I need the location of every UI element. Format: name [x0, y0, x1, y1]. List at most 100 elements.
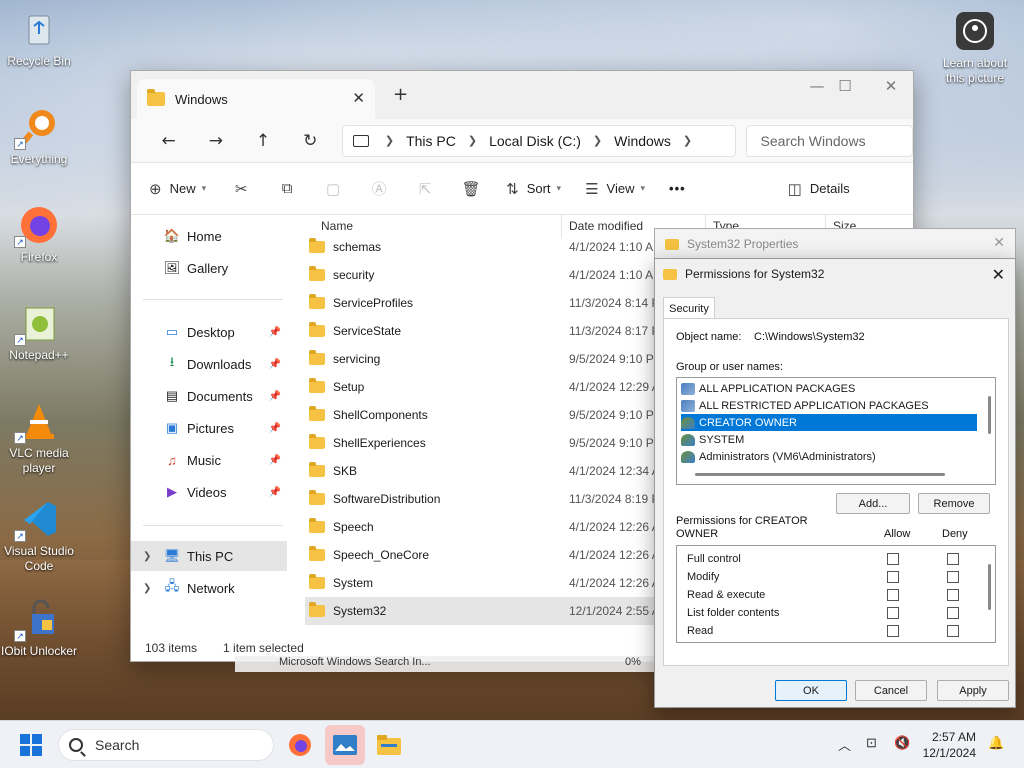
desktop-icon-notepad-plus-plus[interactable]: ↗ Notepad++ [0, 302, 78, 363]
desktop-icon-recycle-bin[interactable]: Recycle Bin [0, 8, 78, 69]
new-tab-icon[interactable]: + [393, 84, 408, 105]
plus-circle-icon: ⊕ [149, 180, 162, 198]
windows-start-icon[interactable] [20, 734, 42, 756]
sidebar-item-downloads[interactable]: ⭳ Downloads 📌 [131, 349, 287, 379]
vertical-scrollbar[interactable] [988, 564, 991, 610]
delete-icon[interactable]: 🗑 [460, 180, 482, 198]
system-clock[interactable]: 2:57 AM 12/1/2024 [923, 729, 976, 761]
notification-bell-icon[interactable]: 🔔 [988, 735, 1004, 751]
refresh-icon[interactable]: ↻ [287, 131, 334, 151]
search-input[interactable]: Search Windows [745, 124, 914, 157]
sidebar-item-this-pc[interactable]: ❯ 🖥 This PC [131, 541, 287, 571]
desktop-icon-vlc[interactable]: ↗ VLC media player [0, 400, 78, 476]
allow-checkbox[interactable] [887, 571, 899, 583]
deny-checkbox[interactable] [947, 571, 959, 583]
share-icon[interactable]: ⇱ [414, 180, 436, 198]
breadcrumb-local-disk[interactable]: Local Disk (C:) [489, 133, 581, 149]
pin-icon[interactable]: 📌 [269, 487, 281, 498]
taskbar-file-explorer[interactable] [369, 725, 409, 765]
allow-checkbox[interactable] [887, 589, 899, 601]
desktop-icon-iobit-unlocker[interactable]: ↗ IObit Unlocker [0, 598, 78, 659]
taskbar-firefox[interactable] [280, 725, 320, 765]
details-button[interactable]: ◫ Details [788, 180, 850, 198]
sidebar-item-pictures[interactable]: ▣ Pictures 📌 [131, 413, 287, 443]
paste-icon[interactable]: ▢ [322, 180, 344, 198]
rename-icon[interactable]: Ⓐ [368, 178, 390, 199]
chevron-right-icon[interactable]: ❯ [143, 583, 151, 594]
maximize-icon[interactable]: ☐ [825, 77, 865, 95]
object-name-value: C:\Windows\System32 [754, 331, 865, 343]
users-icon [681, 450, 695, 463]
sidebar-item-gallery[interactable]: 🖼 Gallery [131, 253, 287, 283]
list-item[interactable]: ALL RESTRICTED APPLICATION PACKAGES [681, 397, 977, 414]
back-arrow-icon[interactable]: ← [145, 131, 192, 151]
breadcrumb-windows[interactable]: Windows [614, 133, 671, 149]
cut-icon[interactable]: ✂ [230, 180, 252, 198]
sort-button[interactable]: ⇅ Sort ▾ [506, 180, 561, 198]
desktop-icon-everything[interactable]: ↗ Everything [0, 106, 78, 167]
deny-checkbox[interactable] [947, 607, 959, 619]
taskbar-search[interactable]: Search [58, 729, 274, 761]
chevron-up-icon[interactable]: ︿ [838, 735, 851, 754]
pin-icon[interactable]: 📌 [269, 327, 281, 338]
pin-icon[interactable]: 📌 [269, 359, 281, 370]
view-button[interactable]: ☰ View ▾ [585, 180, 645, 198]
pin-icon[interactable]: 📌 [269, 455, 281, 466]
allow-checkbox[interactable] [887, 607, 899, 619]
column-header-name[interactable]: Name [321, 219, 353, 233]
list-item-selected[interactable]: CREATOR OWNER [681, 414, 977, 431]
sidebar-item-videos[interactable]: ▶ Videos 📌 [131, 477, 287, 507]
permission-name: Read [687, 625, 714, 637]
tab-windows[interactable]: Windows ✕ [137, 79, 375, 119]
allow-checkbox[interactable] [887, 625, 899, 637]
file-name: SKB [333, 464, 358, 478]
add-button[interactable]: Add... [836, 493, 910, 514]
new-button[interactable]: ⊕ New ▾ [149, 180, 206, 198]
column-header-date[interactable]: Date modified [569, 219, 643, 233]
horizontal-scrollbar[interactable] [695, 473, 945, 476]
chevron-right-icon: ❯ [682, 135, 693, 147]
cancel-button[interactable]: Cancel [855, 680, 927, 701]
forward-arrow-icon[interactable]: → [192, 131, 239, 151]
taskbar-app-active[interactable] [325, 725, 365, 765]
sidebar-item-documents[interactable]: ▤ Documents 📌 [131, 381, 287, 411]
group-user-list[interactable]: ALL APPLICATION PACKAGES ALL RESTRICTED … [676, 377, 996, 485]
network-icon[interactable]: ⊡ [866, 735, 877, 751]
list-item[interactable]: ALL APPLICATION PACKAGES [681, 380, 977, 397]
deny-checkbox[interactable] [947, 589, 959, 601]
close-icon[interactable]: ✕ [993, 235, 1005, 251]
remove-button[interactable]: Remove [918, 493, 990, 514]
new-label: New [169, 181, 196, 196]
address-bar[interactable]: ❯ This PC ❯ Local Disk (C:) ❯ Windows ❯ [341, 124, 736, 157]
speaker-muted-icon[interactable]: 🔇 [894, 735, 910, 751]
ok-button[interactable]: OK [775, 680, 847, 701]
allow-checkbox[interactable] [887, 553, 899, 565]
sidebar-item-label: Gallery [187, 260, 229, 276]
up-arrow-icon[interactable]: ↑ [239, 131, 286, 151]
breadcrumb-this-pc[interactable]: This PC [406, 133, 456, 149]
deny-checkbox[interactable] [947, 553, 959, 565]
sidebar-item-network[interactable]: ❯ 🖧 Network [131, 573, 287, 603]
group-name: ALL APPLICATION PACKAGES [699, 382, 856, 395]
pin-icon[interactable]: 📌 [269, 391, 281, 402]
sidebar-item-label: Pictures [187, 420, 234, 436]
close-dialog-icon[interactable]: ✕ [992, 265, 1005, 285]
tab-security[interactable]: Security [663, 297, 715, 319]
close-window-icon[interactable]: ✕ [871, 77, 911, 95]
sidebar-item-desktop[interactable]: ▭ Desktop 📌 [131, 317, 287, 347]
sidebar-item-music[interactable]: ♫ Music 📌 [131, 445, 287, 475]
list-item[interactable]: SYSTEM [681, 431, 977, 448]
chevron-right-icon[interactable]: ❯ [143, 551, 151, 562]
copy-icon[interactable]: ⧉ [276, 180, 298, 197]
desktop-icon-firefox[interactable]: ↗ Firefox [0, 204, 78, 265]
list-item[interactable]: Administrators (VM6\Administrators) [681, 448, 977, 465]
sidebar-item-home[interactable]: 🏠 Home [131, 221, 287, 251]
pin-icon[interactable]: 📌 [269, 423, 281, 434]
desktop-icon-vscode[interactable]: ↗ Visual Studio Code [0, 498, 78, 574]
close-tab-icon[interactable]: ✕ [352, 89, 365, 107]
vertical-scrollbar[interactable] [988, 396, 991, 434]
more-options-button[interactable]: ••• [669, 181, 686, 196]
apply-button[interactable]: Apply [937, 680, 1009, 701]
deny-checkbox[interactable] [947, 625, 959, 637]
desktop-spotlight[interactable]: Learn about this picture [936, 10, 1014, 86]
